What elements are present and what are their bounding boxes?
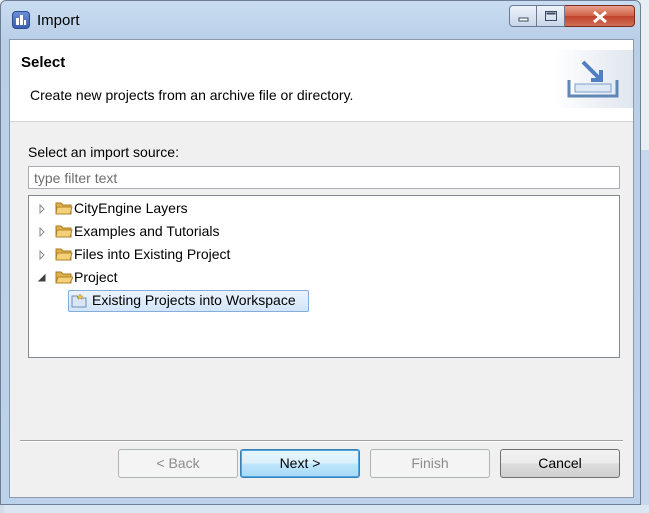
button-bar-separator bbox=[20, 440, 623, 442]
tree-node-label: CityEngine Layers bbox=[74, 200, 188, 216]
wizard-header: Select Create new projects from an archi… bbox=[10, 40, 633, 122]
title-bar[interactable]: Import bbox=[1, 1, 640, 39]
expanded-arrow-icon[interactable] bbox=[37, 273, 47, 283]
close-icon bbox=[593, 10, 607, 24]
collapsed-arrow-icon[interactable] bbox=[37, 227, 47, 237]
cityengine-app-icon bbox=[12, 11, 30, 29]
maximize-icon bbox=[545, 11, 557, 21]
import-dialog: Import Select Create new projects from a… bbox=[0, 0, 641, 505]
tree-node-label: Files into Existing Project bbox=[74, 246, 231, 262]
desktop-background bbox=[641, 150, 649, 513]
folder-icon bbox=[55, 225, 73, 238]
desktop-background-bottom bbox=[0, 505, 649, 513]
minimize-button[interactable] bbox=[509, 5, 537, 27]
filter-input[interactable] bbox=[29, 167, 619, 188]
close-button[interactable] bbox=[565, 5, 635, 27]
next-button[interactable]: Next > bbox=[240, 449, 360, 478]
project-icon bbox=[71, 293, 87, 308]
import-source-tree[interactable]: CityEngine Layers Examples and Tutorials… bbox=[28, 195, 620, 358]
folder-icon bbox=[55, 202, 73, 215]
folder-icon bbox=[55, 248, 73, 261]
page-description: Create new projects from an archive file… bbox=[30, 87, 354, 103]
page-title: Select bbox=[21, 54, 66, 71]
collapsed-arrow-icon[interactable] bbox=[37, 250, 47, 260]
filter-field[interactable] bbox=[28, 166, 620, 189]
maximize-button[interactable] bbox=[537, 5, 565, 27]
back-button[interactable]: < Back bbox=[118, 449, 238, 478]
tree-node-label: Existing Projects into Workspace bbox=[92, 292, 296, 308]
collapsed-arrow-icon[interactable] bbox=[37, 204, 47, 214]
tree-node-label: Examples and Tutorials bbox=[74, 223, 220, 239]
minimize-icon bbox=[518, 17, 529, 22]
import-tray-icon bbox=[555, 50, 633, 108]
folder-open-icon bbox=[55, 271, 73, 284]
tree-node-label: Project bbox=[74, 269, 118, 285]
window-title: Import bbox=[37, 12, 80, 29]
dialog-client-area: Select Create new projects from an archi… bbox=[9, 39, 634, 498]
import-source-label: Select an import source: bbox=[28, 144, 179, 160]
cancel-button[interactable]: Cancel bbox=[500, 449, 620, 478]
finish-button[interactable]: Finish bbox=[370, 449, 490, 478]
